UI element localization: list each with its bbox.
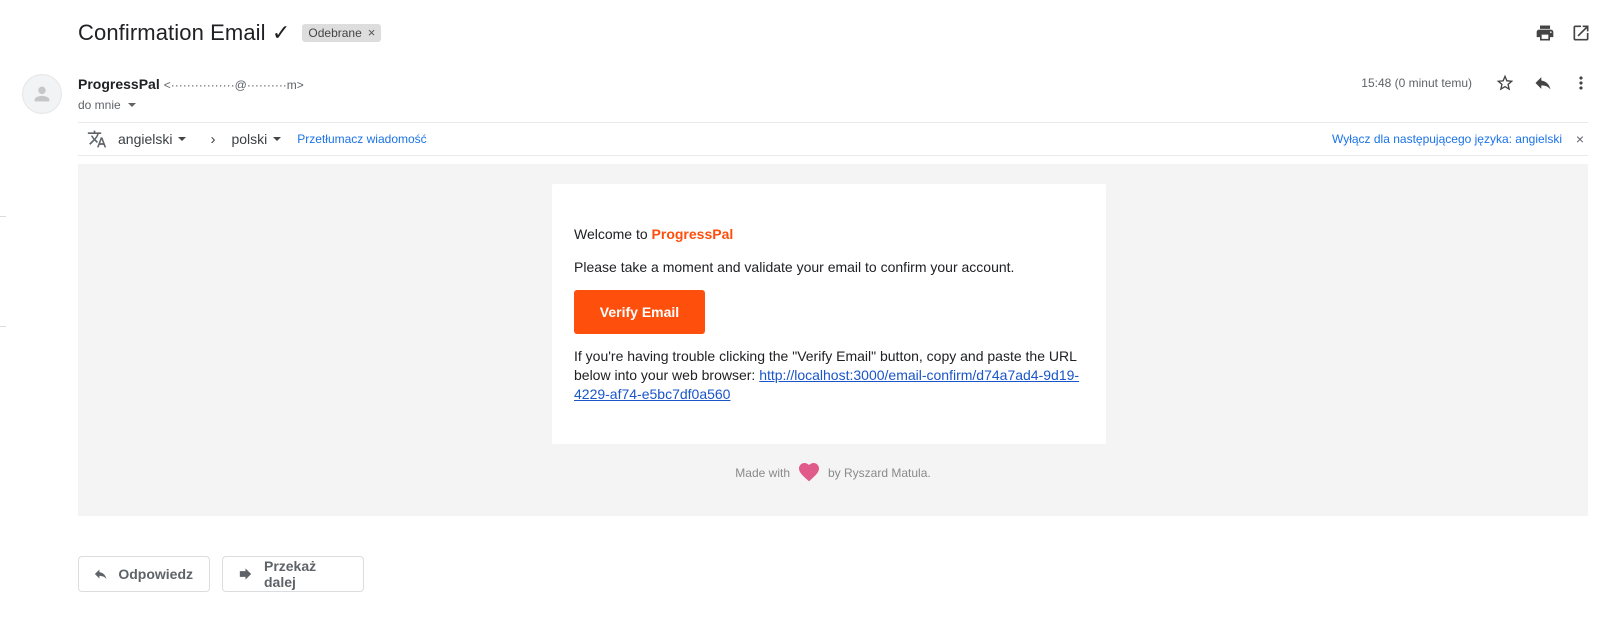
translate-bar: angielski › polski Przetłumacz wiadomość… [78,122,1588,156]
chevron-right-icon: › [210,130,216,148]
target-language-label: polski [231,131,268,147]
subject-row: Confirmation Email ✓ Odebrane × [78,18,382,48]
recipient-label: do mnie [78,98,121,112]
source-language-select[interactable]: angielski [118,131,187,147]
person-icon [34,86,50,102]
print-icon[interactable] [1534,22,1556,44]
email-body: Welcome to ProgressPal Please take a mom… [78,164,1588,516]
forward-icon [239,568,252,580]
translate-icon [86,128,108,150]
email-footer: Made with by Ryszard Matula. [78,460,1588,485]
message-meta: 15:48 (0 minut temu) [1361,72,1592,94]
footer-suffix: by Ryszard Matula. [828,465,931,480]
top-actions [1534,22,1592,44]
remove-label-icon[interactable]: × [368,24,376,42]
translate-message-link[interactable]: Przetłumacz wiadomość [297,132,426,146]
source-language-label: angielski [118,131,173,147]
open-in-new-window-icon[interactable] [1570,22,1592,44]
trouble-text: If you're having trouble clicking the "V… [574,347,1084,404]
reply-icon [94,569,107,580]
forward-button[interactable]: Przekaż dalej [222,556,364,592]
reply-actions: Odpowiedz Przekaż dalej [78,556,364,592]
sender-name[interactable]: ProgressPal [78,76,160,92]
inbox-label-chip[interactable]: Odebrane × [302,24,382,42]
footer-prefix: Made with [735,465,790,480]
reply-button[interactable]: Odpowiedz [78,556,210,592]
close-translate-bar-icon[interactable]: × [1576,131,1584,147]
brand-name: ProgressPal [651,226,734,242]
welcome-line: Welcome to ProgressPal [574,225,1084,244]
verify-email-button[interactable]: Verify Email [574,290,705,334]
disable-translation-link[interactable]: Wyłącz dla następującego języka: angiels… [1332,132,1562,146]
sender-row: ProgressPal <················@··········… [78,76,304,92]
email-subject: Confirmation Email ✓ [78,20,291,45]
instruction-text: Please take a moment and validate your e… [574,259,1015,275]
recipient-details-toggle[interactable]: do mnie [78,98,136,112]
edge-mark [0,326,6,327]
chevron-down-icon [127,103,136,107]
more-options-icon[interactable] [1570,72,1592,94]
edge-mark [0,216,6,217]
email-card: Welcome to ProgressPal Please take a mom… [552,184,1106,444]
message-timestamp: 15:48 (0 minut temu) [1361,76,1472,90]
forward-label: Przekaż dalej [263,558,317,590]
label-text: Odebrane [308,26,362,40]
chevron-down-icon [178,137,187,141]
sender-email: <················@··········m> [163,78,304,92]
welcome-prefix: Welcome to [574,226,652,242]
heart-icon [796,460,822,485]
reply-icon[interactable] [1532,72,1554,94]
sender-avatar[interactable] [22,74,62,114]
chevron-down-icon [273,137,282,141]
reply-label: Odpowiedz [118,566,193,582]
star-icon[interactable] [1494,72,1516,94]
target-language-select[interactable]: polski [231,131,282,147]
